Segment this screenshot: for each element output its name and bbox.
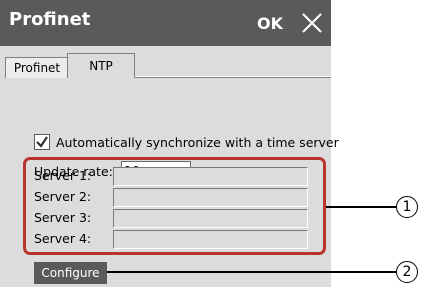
configure-button[interactable]: Configure (34, 262, 107, 284)
close-icon (301, 13, 322, 33)
callout-1: 1 (396, 196, 418, 218)
dialog-title: Profinet (9, 9, 91, 30)
callout-1-line (326, 206, 396, 208)
tab-divider (134, 77, 331, 78)
close-button[interactable] (292, 1, 331, 45)
tab-profinet[interactable]: Profinet (5, 57, 69, 78)
profinet-dialog: Profinet OK Profinet NTP Automatically s… (0, 0, 339, 287)
tab-ntp[interactable]: NTP (67, 53, 135, 78)
checkmark-icon (36, 136, 48, 148)
ok-button[interactable]: OK (248, 1, 292, 45)
callout-2: 2 (396, 261, 418, 283)
callout-2-line (107, 271, 396, 273)
title-bar: Profinet OK (0, 0, 331, 46)
server-group-highlight (23, 157, 326, 255)
auto-sync-label: Automatically synchronize with a time se… (56, 135, 339, 150)
auto-sync-checkbox[interactable] (34, 134, 50, 150)
